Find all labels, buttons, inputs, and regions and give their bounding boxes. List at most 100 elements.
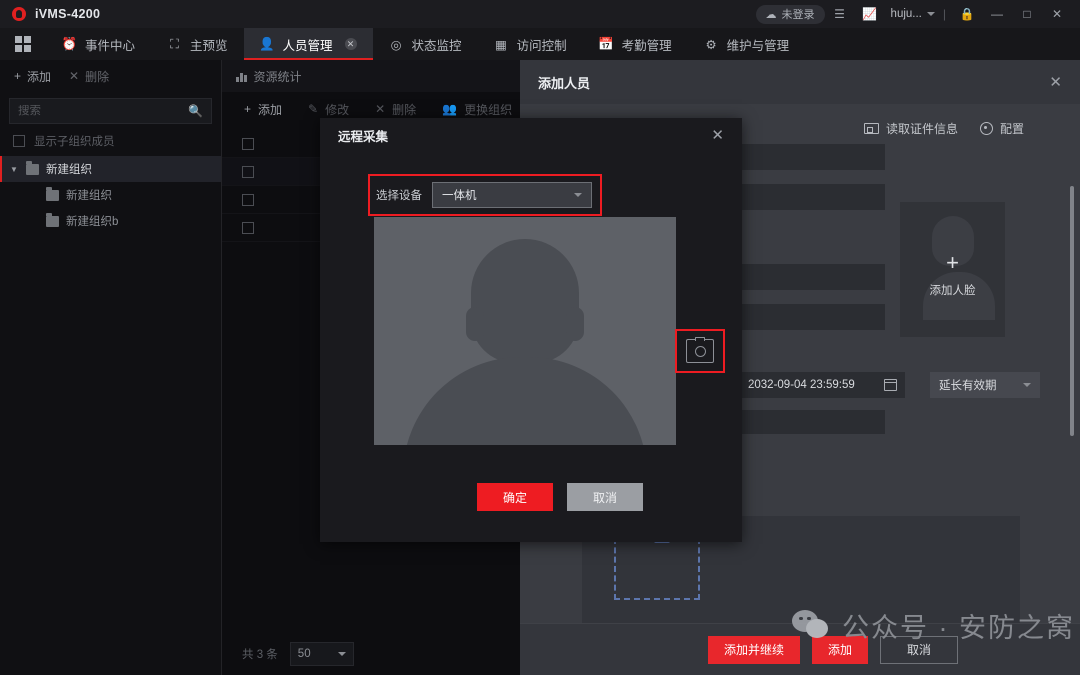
row-checkbox[interactable] bbox=[242, 165, 254, 178]
lock-icon[interactable]: 🔒 bbox=[952, 0, 982, 28]
module-grid-icon[interactable] bbox=[0, 28, 46, 60]
extend-validity-label: 延长有效期 bbox=[939, 380, 997, 392]
page-size-select[interactable]: 50 bbox=[289, 642, 354, 666]
list-icon[interactable]: ☰ bbox=[825, 0, 855, 28]
search-input[interactable] bbox=[18, 105, 189, 117]
resource-stats-label: 资源统计 bbox=[253, 69, 302, 84]
add-and-continue-button[interactable]: 添加并继续 bbox=[707, 635, 800, 664]
form-field[interactable] bbox=[740, 184, 885, 210]
bar-chart-icon bbox=[236, 71, 247, 82]
form-field[interactable] bbox=[740, 410, 885, 434]
tab-label: 维护与管理 bbox=[726, 38, 790, 53]
maximize-icon[interactable]: □ bbox=[1012, 0, 1042, 28]
form-field[interactable] bbox=[740, 304, 885, 330]
chart-icon[interactable]: 📈 bbox=[855, 0, 885, 28]
tab-status-monitor[interactable]: ◎ 状态监控 bbox=[373, 28, 478, 60]
read-id-info-button[interactable]: 读取证件信息 bbox=[863, 120, 958, 137]
dialog-header: 远程采集 ✕ bbox=[320, 118, 742, 152]
title-bar: iVMS-4200 ☁ 未登录 ☰ 📈 huju... | 🔒 — □ ✕ bbox=[0, 0, 1080, 28]
search-box[interactable]: 🔍 bbox=[9, 98, 212, 124]
select-all-checkbox[interactable] bbox=[242, 137, 254, 150]
tab-access-control[interactable]: ▦ 访问控制 bbox=[478, 28, 583, 60]
calendar-icon: 📅 bbox=[598, 36, 614, 51]
tab-label: 状态监控 bbox=[411, 38, 462, 53]
valid-date-field[interactable]: 2032-09-04 23:59:59 bbox=[740, 372, 905, 398]
add-organization-button[interactable]: + 添加 bbox=[14, 68, 51, 85]
avatar-ear-left bbox=[466, 307, 484, 341]
target-icon: ◎ bbox=[390, 37, 402, 52]
tab-attendance[interactable]: 📅 考勤管理 bbox=[583, 28, 688, 60]
delete-person-button[interactable]: ✕ 删除 bbox=[375, 101, 416, 118]
confirm-button[interactable]: 确定 bbox=[477, 483, 553, 511]
add-person-button[interactable]: + 添加 bbox=[244, 101, 282, 118]
capture-photo-button[interactable] bbox=[675, 329, 725, 373]
title-bar-controls: ☁ 未登录 ☰ 📈 huju... | 🔒 — □ ✕ bbox=[755, 0, 1080, 28]
tab-label: 访问控制 bbox=[516, 38, 567, 53]
change-org-label: 更换组织 bbox=[464, 102, 513, 117]
search-icon[interactable]: 🔍 bbox=[188, 104, 203, 118]
delete-organization-button[interactable]: ✕ 删除 bbox=[69, 68, 109, 85]
change-org-button[interactable]: 👥 更换组织 bbox=[442, 101, 512, 118]
login-status-button[interactable]: ☁ 未登录 bbox=[755, 4, 825, 24]
form-field[interactable] bbox=[740, 264, 885, 290]
divider: | bbox=[942, 7, 946, 21]
user-menu-button[interactable]: huju... bbox=[885, 8, 937, 20]
close-icon[interactable]: ✕ bbox=[711, 126, 724, 144]
tab-main-preview[interactable]: ⛶ 主预览 bbox=[151, 28, 244, 60]
sidebar-toolbar: + 添加 ✕ 删除 bbox=[0, 60, 221, 92]
calendar-icon[interactable] bbox=[884, 379, 897, 391]
tree-node-root[interactable]: ▼ 新建组织 bbox=[0, 156, 221, 182]
camera-preview bbox=[374, 217, 676, 445]
tab-maintenance[interactable]: ⚙ 维护与管理 bbox=[688, 28, 806, 60]
tab-bar: ⏰ 事件中心 ⛶ 主预览 👤 人员管理 ✕ ◎ 状态监控 ▦ 访问控制 📅 考勤… bbox=[0, 28, 1080, 60]
chevron-down-icon[interactable]: ▼ bbox=[10, 165, 19, 174]
dialog-footer: 确定 取消 bbox=[320, 452, 742, 542]
add-person-header: 添加人员 ✕ bbox=[520, 60, 1080, 104]
add-label: 添加 bbox=[258, 102, 283, 117]
tree-node-child-1[interactable]: 新建组织 bbox=[0, 182, 221, 208]
organization-sidebar: + 添加 ✕ 删除 🔍 显示子组织成员 ▼ 新建组织 新建组织 新 bbox=[0, 60, 222, 675]
folder-icon bbox=[26, 160, 39, 175]
minimize-icon[interactable]: — bbox=[982, 0, 1012, 28]
user-name-label: huju... bbox=[890, 8, 922, 20]
tab-label: 事件中心 bbox=[85, 38, 136, 53]
tree-node-label: 新建组织 bbox=[66, 190, 112, 202]
tree-node-child-2[interactable]: 新建组织b bbox=[0, 208, 221, 234]
row-checkbox[interactable] bbox=[242, 221, 254, 234]
tab-close-icon[interactable]: ✕ bbox=[344, 38, 357, 50]
person-card-icon: 👤 bbox=[259, 36, 275, 51]
show-sub-members-checkbox[interactable] bbox=[13, 135, 25, 147]
extend-validity-select[interactable]: 延长有效期 bbox=[930, 372, 1040, 398]
page-title: 添加人员 bbox=[538, 75, 591, 91]
tree-node-label: 新建组织 bbox=[46, 164, 92, 176]
avatar-ear-right bbox=[566, 307, 584, 341]
panel-scrollbar[interactable] bbox=[1070, 186, 1074, 436]
close-icon[interactable]: ✕ bbox=[1049, 73, 1062, 91]
close-icon: ✕ bbox=[69, 69, 80, 83]
edit-person-button[interactable]: ✎ 修改 bbox=[308, 101, 349, 118]
add-person-actions: 读取证件信息 配置 bbox=[863, 120, 1024, 137]
chevron-down-icon bbox=[926, 12, 935, 16]
folder-icon bbox=[46, 186, 59, 201]
add-face-box[interactable]: + 添加人脸 bbox=[900, 202, 1005, 337]
tab-label: 考勤管理 bbox=[621, 38, 672, 53]
row-checkbox[interactable] bbox=[242, 193, 254, 206]
upload-dropzone[interactable] bbox=[614, 534, 700, 600]
tab-person-management[interactable]: 👤 人员管理 ✕ bbox=[243, 28, 373, 60]
cancel-button[interactable]: 取消 bbox=[567, 483, 643, 511]
read-id-label: 读取证件信息 bbox=[885, 122, 958, 136]
device-select-row: 选择设备 一体机 bbox=[368, 174, 602, 216]
form-spacer bbox=[740, 224, 885, 250]
device-select[interactable]: 一体机 bbox=[432, 182, 592, 208]
dialog-title: 远程采集 bbox=[338, 129, 389, 144]
form-field[interactable] bbox=[740, 144, 885, 170]
add-face-label: 添加人脸 bbox=[929, 285, 976, 297]
tab-event-center[interactable]: ⏰ 事件中心 bbox=[46, 28, 151, 60]
show-sub-members-row[interactable]: 显示子组织成员 bbox=[0, 124, 221, 156]
close-icon[interactable]: ✕ bbox=[1042, 0, 1072, 28]
config-button[interactable]: 配置 bbox=[979, 120, 1024, 137]
delete-label: 删除 bbox=[392, 102, 417, 117]
form-fields bbox=[740, 144, 885, 344]
gear-icon bbox=[979, 122, 993, 135]
pencil-icon: ✎ bbox=[308, 102, 319, 116]
